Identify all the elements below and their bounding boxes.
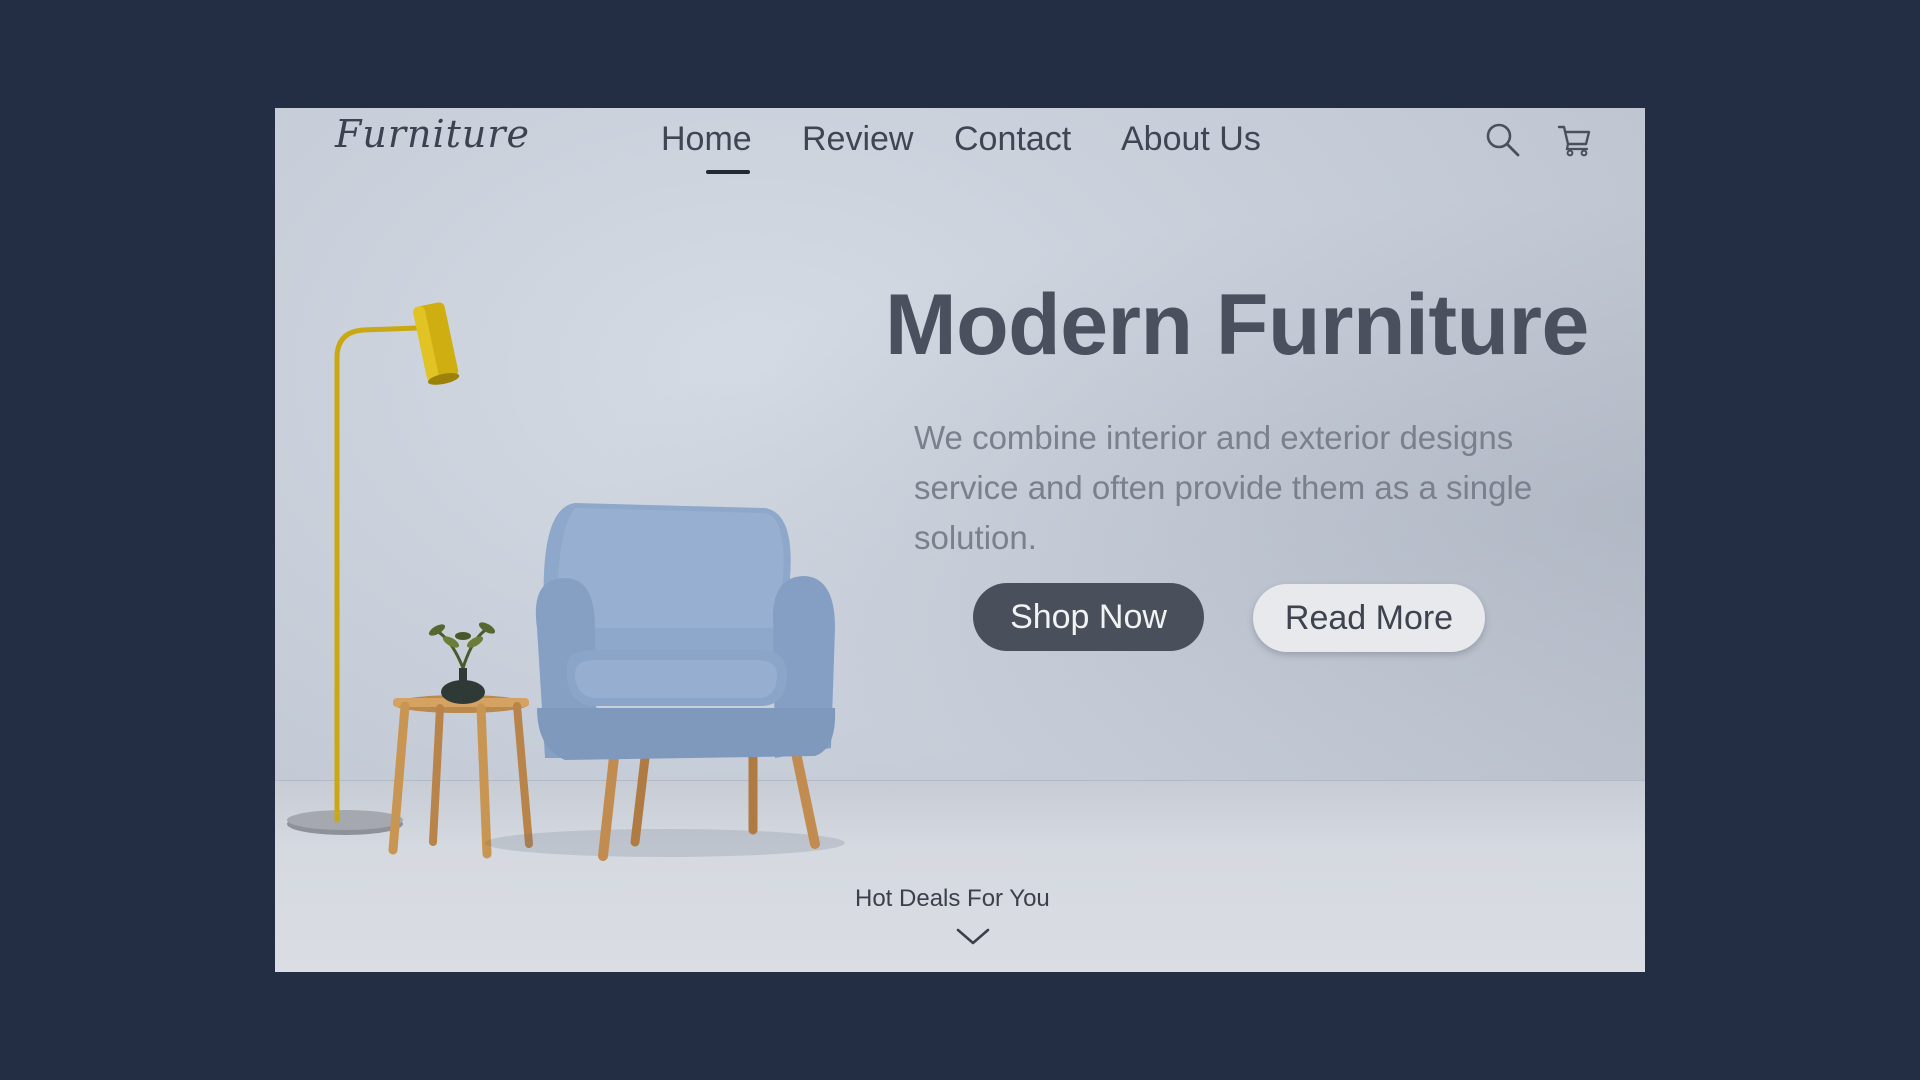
hot-deals-label[interactable]: Hot Deals For You [855, 885, 1050, 913]
nav-contact[interactable]: Contact [954, 120, 1071, 159]
read-more-button[interactable]: Read More [1253, 584, 1485, 652]
hero-title: Modern Furniture [885, 277, 1589, 373]
nav-home[interactable]: Home [661, 120, 752, 159]
active-nav-underline [706, 170, 750, 174]
hero-description: We combine interior and exterior designs… [914, 419, 1533, 556]
hero-screenshot: Furniture Home Review Contact About Us M… [275, 108, 1645, 972]
search-icon[interactable] [1483, 120, 1523, 160]
shop-now-button[interactable]: Shop Now [973, 583, 1204, 651]
nav-about-us[interactable]: About Us [1121, 120, 1261, 159]
chevron-down-icon[interactable] [955, 926, 991, 948]
cart-icon[interactable] [1555, 120, 1595, 160]
side-table-image [388, 622, 533, 859]
nav-review[interactable]: Review [802, 120, 913, 159]
armchair-image [485, 503, 845, 861]
brand-logo[interactable]: Furniture [335, 112, 530, 156]
